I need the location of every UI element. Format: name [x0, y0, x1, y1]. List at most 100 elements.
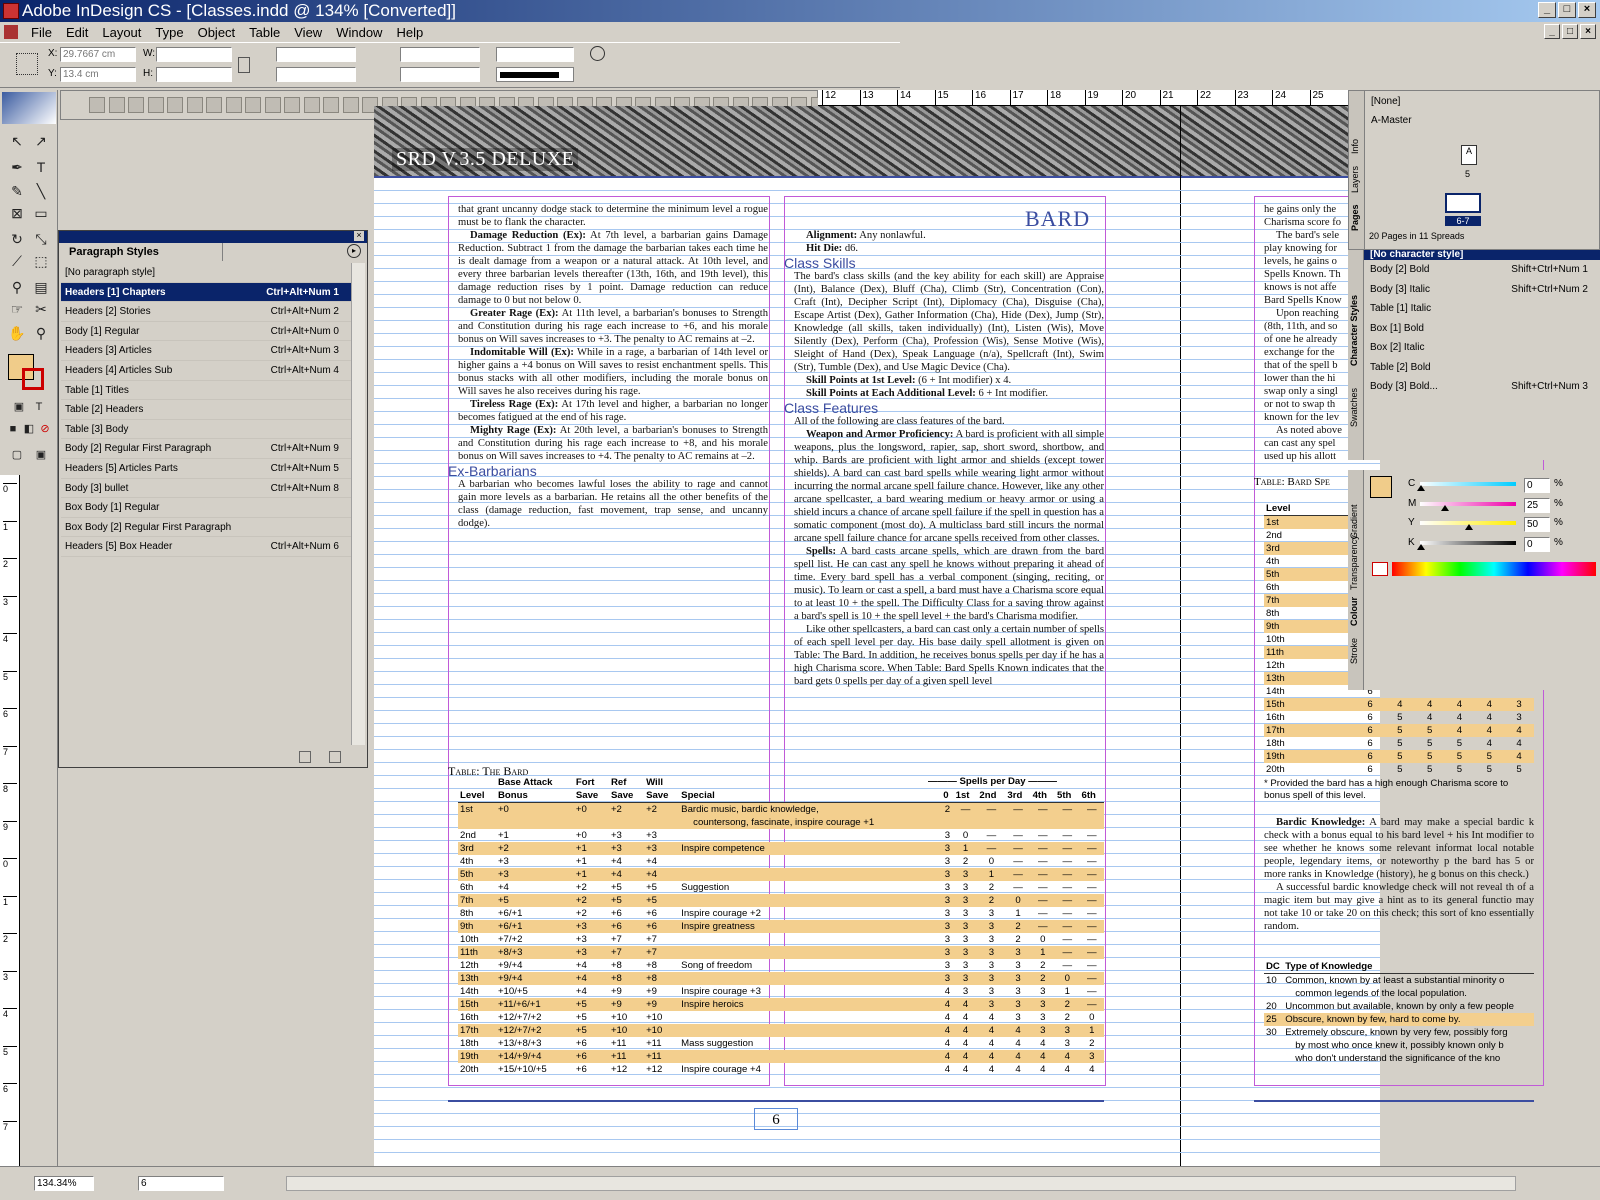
tab-layers[interactable]: Layers — [1350, 161, 1364, 197]
character-style-item[interactable]: Table [2] Bold — [1364, 358, 1600, 378]
gradient-tool-icon[interactable]: ▤ — [30, 276, 52, 298]
colour-fill-swatch[interactable] — [1370, 476, 1392, 498]
scale-y-field[interactable] — [276, 67, 356, 82]
paragraph-style-item[interactable]: [No paragraph style] — [61, 263, 351, 283]
doc-close-button[interactable]: × — [1580, 24, 1596, 39]
paragraph-styles-scrollbar[interactable] — [351, 263, 365, 745]
doc-toolbar-button[interactable] — [167, 97, 183, 113]
horizontal-scrollbar[interactable] — [286, 1176, 1516, 1191]
delete-style-icon[interactable] — [329, 751, 341, 763]
character-style-item[interactable]: Box [2] Italic — [1364, 338, 1600, 358]
paragraph-style-item[interactable]: Headers [5] Articles Parts Ctrl+Alt+Num 5 — [61, 459, 351, 479]
tab-stroke[interactable]: Stroke — [1349, 634, 1363, 668]
menu-file[interactable]: File — [24, 25, 59, 40]
stroke-swatch-icon[interactable] — [22, 368, 44, 390]
menu-view[interactable]: View — [287, 25, 329, 40]
spread-6-7-thumbnail[interactable] — [1445, 193, 1481, 213]
channel-slider-thumb[interactable] — [1441, 504, 1449, 511]
shear-field[interactable] — [400, 67, 480, 82]
hand-tool-icon[interactable]: ✋ — [6, 322, 28, 344]
direct-selection-tool-icon[interactable]: ↗ — [30, 130, 52, 152]
doc-toolbar-button[interactable] — [284, 97, 300, 113]
doc-restore-button[interactable]: □ — [1562, 24, 1578, 39]
stroke-type-select[interactable] — [496, 67, 574, 82]
rectangle-tool-icon[interactable]: ▭ — [30, 202, 52, 224]
doc-toolbar-button[interactable] — [186, 97, 203, 113]
doc-toolbar-button[interactable] — [245, 97, 261, 113]
channel-value[interactable]: 0 — [1524, 536, 1550, 552]
doc-toolbar-button[interactable] — [206, 97, 222, 113]
scale-x-field[interactable] — [276, 47, 356, 62]
none-color-icon[interactable] — [1372, 562, 1388, 576]
menu-object[interactable]: Object — [191, 25, 243, 40]
page-field[interactable]: 6 — [138, 1176, 224, 1191]
channel-slider[interactable] — [1417, 482, 1516, 491]
left-column-text[interactable]: that grant uncanny dodge stack to determ… — [448, 203, 768, 530]
menu-layout[interactable]: Layout — [95, 25, 148, 40]
formatting-container-icon[interactable]: ▣ — [8, 396, 30, 418]
channel-value[interactable]: 0 — [1524, 478, 1550, 493]
colour-spectrum[interactable] — [1392, 562, 1596, 576]
paragraph-style-item[interactable]: Headers [3] Articles Ctrl+Alt+Num 3 — [61, 341, 351, 361]
doc-toolbar-button[interactable] — [147, 97, 164, 113]
selection-tool-icon[interactable]: ↖ — [6, 130, 28, 152]
rectangle-frame-tool-icon[interactable]: ⊠ — [6, 202, 28, 224]
free-transform-tool-icon[interactable]: ⬚ — [30, 250, 52, 272]
panel-titlebar[interactable] — [59, 231, 367, 243]
channel-value[interactable]: 50 — [1524, 517, 1550, 532]
document-icon[interactable] — [4, 25, 18, 39]
character-style-item[interactable]: Table [1] Italic — [1364, 299, 1600, 319]
minimize-button[interactable]: _ — [1538, 2, 1556, 18]
line-tool-icon[interactable]: ╲ — [30, 180, 52, 202]
paragraph-style-item[interactable]: Box Body [2] Regular First Paragraph — [61, 518, 351, 538]
doc-toolbar-button[interactable] — [303, 97, 320, 113]
type-tool-icon[interactable]: T — [30, 156, 52, 178]
panel-close-icon[interactable]: × — [354, 231, 364, 241]
paragraph-style-item[interactable]: Body [1] Regular Ctrl+Alt+Num 0 — [61, 322, 351, 342]
maximize-button[interactable]: □ — [1558, 2, 1576, 18]
scale-tool-icon[interactable]: ⤡ — [30, 228, 52, 250]
panel-menu-icon[interactable]: ▸ — [347, 244, 361, 258]
channel-slider[interactable] — [1417, 540, 1516, 550]
character-style-item[interactable]: Body [3] Bold... Shift+Ctrl+Num 3 — [1364, 377, 1600, 397]
doc-toolbar-button[interactable] — [264, 97, 281, 113]
channel-slider-thumb[interactable] — [1417, 543, 1425, 550]
constrain-proportions-icon[interactable] — [238, 57, 250, 73]
button-tool-icon[interactable]: ☞ — [6, 298, 28, 320]
right-column-text[interactable]: Alignment: Any nonlawful. Hit Die: d6. C… — [784, 229, 1104, 688]
paragraph-style-item[interactable]: Body [2] Regular First Paragraph Ctrl+Alt… — [61, 439, 351, 459]
doc-toolbar-button[interactable] — [108, 97, 125, 113]
reference-point-icon[interactable] — [16, 53, 38, 75]
doc-toolbar-button[interactable] — [225, 97, 242, 113]
channel-slider-thumb[interactable] — [1417, 485, 1425, 491]
menu-type[interactable]: Type — [148, 25, 190, 40]
menu-table[interactable]: Table — [242, 25, 287, 40]
character-style-item[interactable]: Body [2] Bold Shift+Ctrl+Num 1 — [1364, 260, 1600, 280]
doc-toolbar-button[interactable] — [89, 97, 105, 113]
character-style-item[interactable]: Body [3] Italic Shift+Ctrl+Num 2 — [1364, 280, 1600, 300]
channel-slider[interactable] — [1420, 501, 1516, 511]
stroke-weight-field[interactable] — [496, 47, 574, 62]
menu-edit[interactable]: Edit — [59, 25, 95, 40]
tab-paragraph-styles[interactable]: Paragraph Styles — [63, 243, 223, 261]
tab-character-styles[interactable]: Character Styles — [1349, 280, 1363, 380]
doc-toolbar-button[interactable] — [342, 97, 359, 113]
apply-none-icon[interactable]: ⊘ — [34, 418, 56, 440]
channel-slider-thumb[interactable] — [1465, 524, 1473, 530]
h-field[interactable] — [156, 67, 232, 82]
channel-slider[interactable] — [1420, 521, 1516, 530]
menu-help[interactable]: Help — [389, 25, 430, 40]
rotate-tool-icon[interactable]: ↻ — [6, 228, 28, 250]
tab-swatches[interactable]: Swatches — [1349, 382, 1363, 432]
paragraph-style-item[interactable]: Headers [1] Chapters Ctrl+Alt+Num 1 — [61, 282, 351, 303]
doc-toolbar-button[interactable] — [128, 97, 144, 113]
w-field[interactable] — [156, 47, 232, 62]
pen-tool-icon[interactable]: ✒ — [6, 156, 28, 178]
normal-view-icon[interactable]: ▢ — [6, 444, 28, 466]
x-field[interactable]: 29.7667 cm — [60, 47, 136, 62]
menu-window[interactable]: Window — [329, 25, 389, 40]
select-container-icon[interactable] — [590, 46, 605, 61]
close-button[interactable]: × — [1578, 2, 1596, 18]
paragraph-style-item[interactable]: Table [1] Titles — [61, 381, 351, 401]
master-none[interactable]: [None] — [1371, 96, 1400, 107]
